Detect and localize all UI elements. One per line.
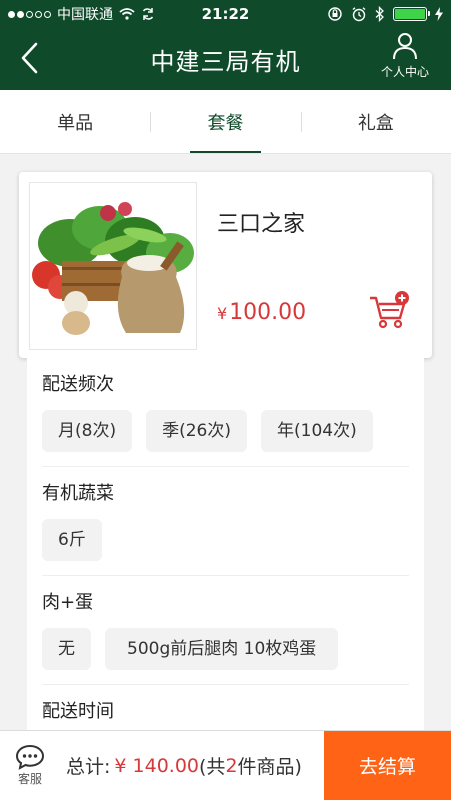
back-button[interactable] [20,38,60,78]
item-count: 2 [225,754,238,777]
top-bar: 中国联通 21:22 中建三局有机 个人中心 [0,0,451,90]
total-prefix: 总计: [66,756,111,778]
profile-button[interactable]: 个人中心 [375,32,435,80]
group-title: 配送频次 [42,374,114,395]
add-to-cart-button[interactable] [368,290,410,330]
tab-gift-box[interactable]: 礼盒 [300,90,451,153]
product-card[interactable]: 三口之家 ¥100.00 [19,172,432,358]
user-icon [393,33,417,60]
option-chip-none[interactable]: 无 [42,628,91,670]
meat-egg-group: 肉+蛋 无 500g前后腿肉 10枚鸡蛋 [42,576,409,685]
product-name: 三口之家 [217,212,306,237]
frequency-group: 配送频次 月(8次) 季(26次) 年(104次) [42,358,409,467]
group-title: 有机蔬菜 [42,483,114,504]
chat-bubble-icon [15,744,45,770]
checkout-bar: 客服 总计: ¥ 140.00 (共 2 件商品) 去结算 [0,730,451,800]
cart-add-icon [370,291,409,329]
profile-label: 个人中心 [380,65,429,79]
option-chip-6jin[interactable]: 6斤 [42,519,102,561]
chevron-left-icon [21,42,38,74]
service-label: 客服 [17,772,42,786]
sync-icon [142,8,154,20]
total-amount: ¥ 140.00 [114,754,200,777]
option-chip-meat-eggs[interactable]: 500g前后腿肉 10枚鸡蛋 [105,628,339,670]
customer-service-button[interactable]: 客服 [0,731,60,800]
product-price: ¥100.00 [217,300,306,325]
group-title: 肉+蛋 [42,592,94,613]
tab-package[interactable]: 套餐 [150,90,300,153]
product-image [29,182,197,350]
rotation-lock-icon [328,7,342,21]
checkout-button[interactable]: 去结算 [324,731,451,800]
vegetables-group: 有机蔬菜 6斤 [42,467,409,576]
status-bar: 中国联通 21:22 [0,0,451,28]
group-title: 配送时间 [42,701,114,722]
wifi-icon [119,8,135,20]
alarm-icon [352,7,366,22]
delivery-time-group: 配送时间 [42,685,409,730]
navigation-bar: 中建三局有机 个人中心 [0,28,451,90]
bluetooth-icon [375,6,384,22]
category-tabs: 单品 套餐 礼盒 [0,90,451,154]
tab-single-item[interactable]: 单品 [0,90,150,153]
charging-icon [435,7,443,21]
option-chip-quarterly[interactable]: 季(26次) [146,410,247,452]
option-chip-monthly[interactable]: 月(8次) [42,410,133,452]
options-panel: 配送频次 月(8次) 季(26次) 年(104次) 有机蔬菜 6斤 肉+蛋 无 … [27,358,424,730]
battery-icon [393,7,430,21]
currency-symbol: ¥ [217,304,228,323]
count-prefix: (共 [199,756,226,778]
price-value: 100.00 [229,300,307,325]
option-chip-yearly[interactable]: 年(104次) [261,410,373,452]
order-total: 总计: ¥ 140.00 (共 2 件商品) [60,731,324,800]
page-title: 中建三局有机 [150,47,301,76]
signal-strength-icon [8,10,51,18]
carrier-label: 中国联通 [57,7,113,23]
count-suffix: 件商品) [237,756,302,778]
